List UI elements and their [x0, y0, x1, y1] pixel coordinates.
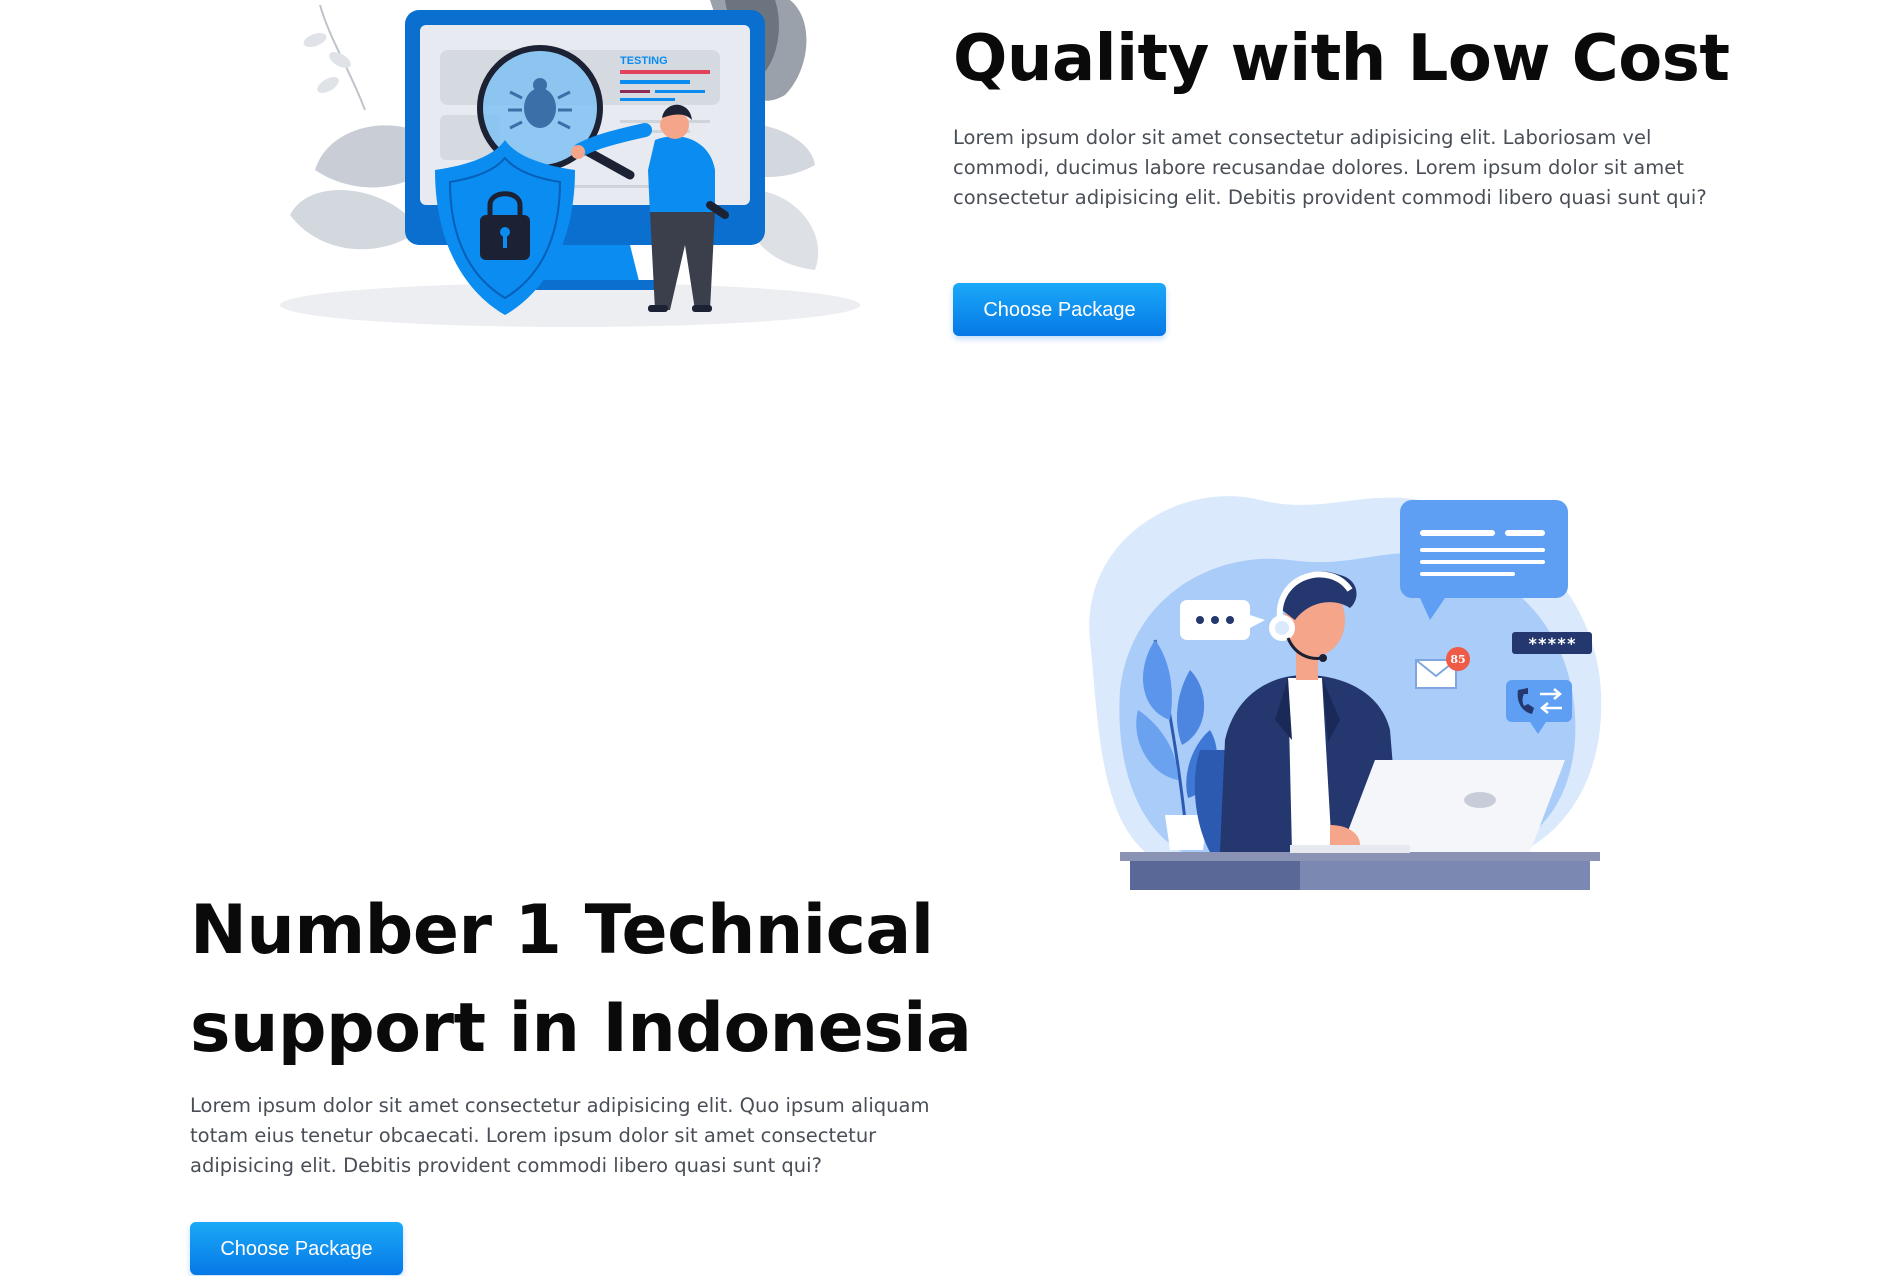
svg-text:TESTING: TESTING [620, 55, 668, 67]
quality-title: Quality with Low Cost [953, 22, 1730, 96]
quality-description: Lorem ipsum dolor sit amet consectetur a… [953, 126, 1707, 209]
support-title: Number 1 Technical support in Indonesia [190, 891, 972, 1068]
svg-text:*****: ***** [1528, 634, 1576, 653]
support-description: Lorem ipsum dolor sit amet consectetur a… [190, 1094, 930, 1177]
security-testing-illustration: TESTING [280, 0, 860, 327]
svg-text:85: 85 [1450, 653, 1465, 666]
choose-package-button-quality[interactable]: Choose Package [953, 283, 1166, 336]
customer-support-illustration: 85 ***** [1089, 496, 1602, 890]
choose-package-button-support[interactable]: Choose Package [190, 1222, 403, 1275]
support-section: 85 ***** Number 1 Technical support in I… [0, 380, 1899, 1275]
quality-section: TESTING Quality with Low Cost Lorem ipsu… [0, 0, 1899, 360]
